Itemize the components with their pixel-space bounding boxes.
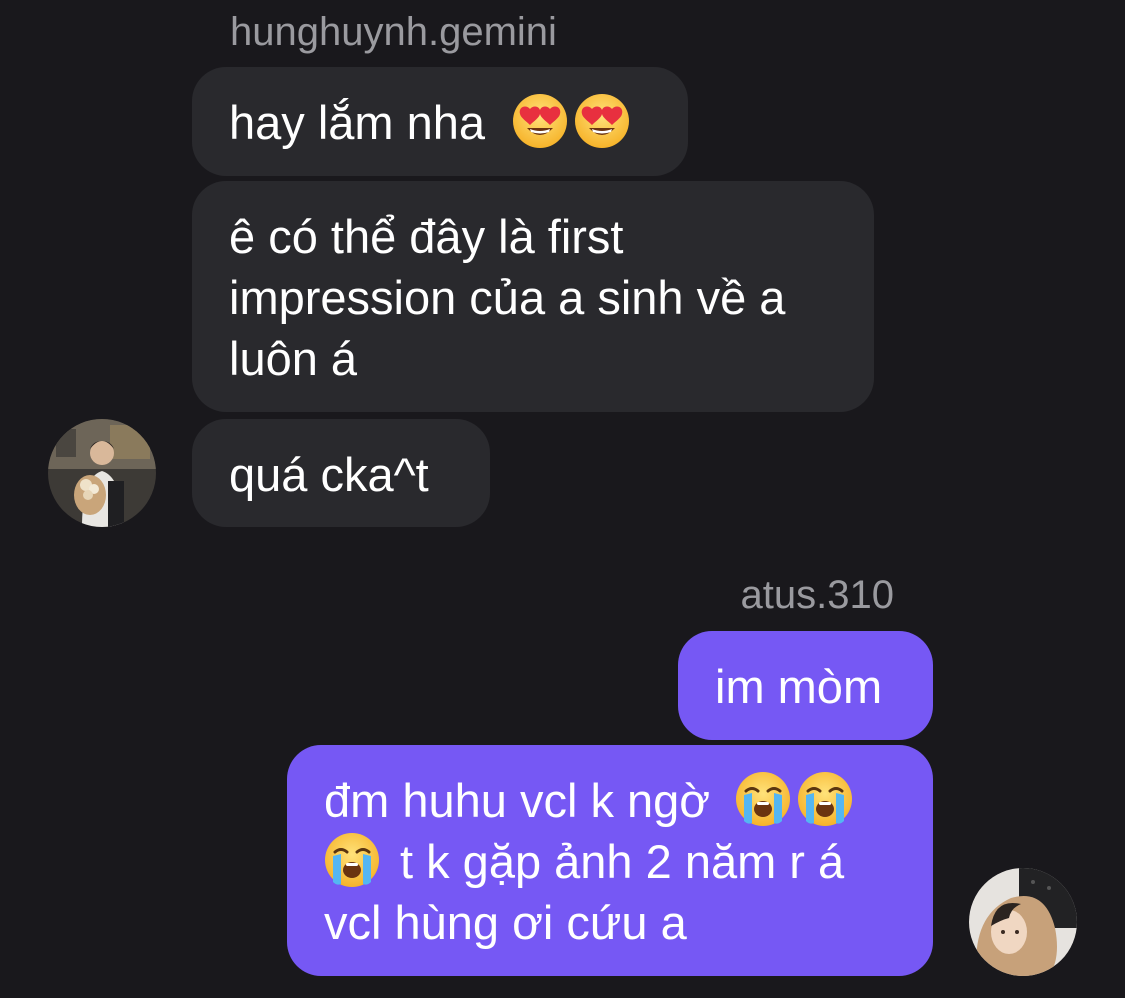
outgoing-message-2[interactable]: đm huhu vcl k ngờ t k gặp ảnh 2 năm r á …: [287, 745, 933, 976]
profile-photo-icon: [969, 868, 1077, 976]
loudly-crying-emoji-icon: [735, 771, 791, 827]
sender-name-outgoing: atus.310: [740, 573, 894, 617]
sender-name-incoming: hunghuynh.gemini: [230, 10, 557, 54]
message-text-line: vcl hùng ơi cứu a: [324, 896, 687, 949]
profile-photo-icon: [48, 419, 156, 527]
message-text: im mòm: [715, 660, 883, 713]
incoming-message-3[interactable]: quá cka^t: [192, 419, 490, 527]
message-text-line: impression của a sinh về a: [229, 271, 786, 324]
loudly-crying-emoji-icon: [324, 832, 380, 888]
heart-eyes-emoji-icon: [512, 93, 568, 149]
avatar-incoming[interactable]: [48, 419, 156, 527]
message-text-line: ê có thể đây là first: [229, 210, 624, 263]
message-text-line: t k gặp ảnh 2 năm r á: [324, 831, 896, 892]
message-text-line: luôn á: [229, 332, 358, 385]
message-text-line: đm huhu vcl k ngờ: [324, 770, 896, 831]
message-text: quá cka^t: [229, 448, 429, 501]
avatar-outgoing[interactable]: [969, 868, 1077, 976]
heart-eyes-emoji-icon: [574, 93, 630, 149]
outgoing-message-1[interactable]: im mòm: [678, 631, 933, 740]
incoming-message-1[interactable]: hay lắm nha: [192, 67, 688, 176]
message-text: hay lắm nha: [229, 96, 486, 149]
loudly-crying-emoji-icon: [797, 771, 853, 827]
incoming-message-2[interactable]: ê có thể đây là first impression của a s…: [192, 181, 874, 412]
